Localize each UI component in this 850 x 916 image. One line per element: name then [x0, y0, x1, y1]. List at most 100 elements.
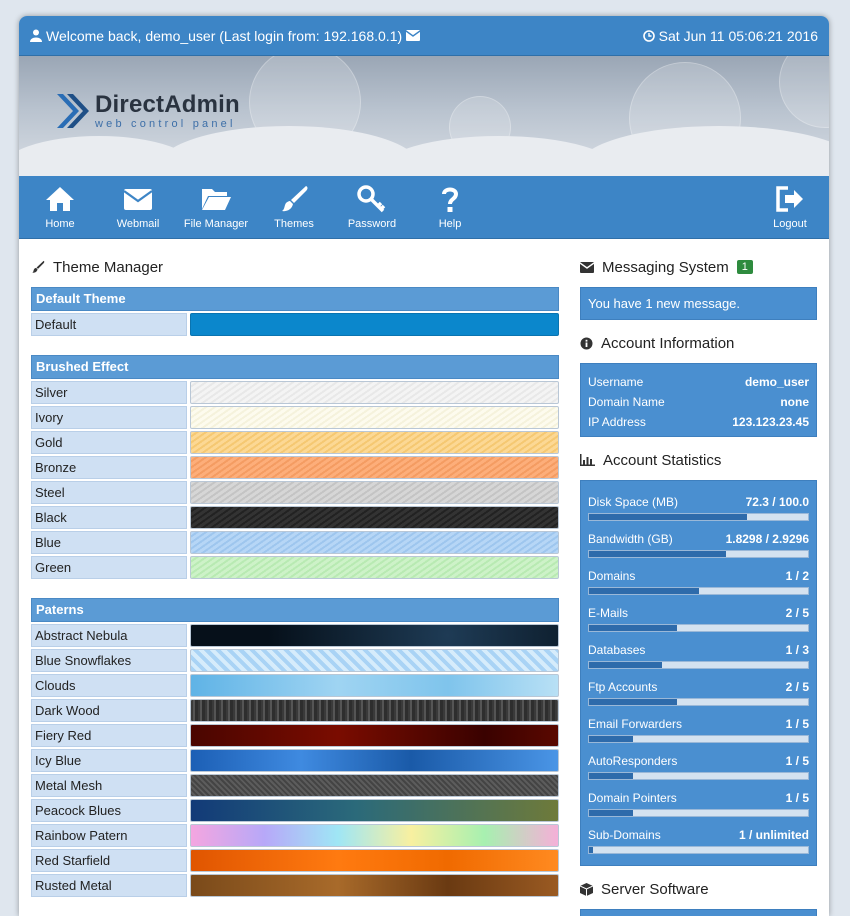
- group-header: Paterns: [31, 598, 559, 622]
- swatch-silver[interactable]: [190, 381, 559, 404]
- stat-item: Domains 1 / 2: [588, 569, 809, 595]
- nav-logout[interactable]: Logout: [751, 185, 829, 230]
- swatch-icy-blue[interactable]: [190, 749, 559, 772]
- swatch-ivory[interactable]: [190, 406, 559, 429]
- datetime-text: Sat Jun 11 05:06:21 2016: [658, 27, 818, 44]
- sidebar: Messaging System 1 You have 1 new messag…: [580, 255, 817, 916]
- stat-line: Ftp Accounts 2 / 5: [588, 680, 809, 696]
- theme-row-clouds[interactable]: Clouds: [31, 674, 559, 697]
- swatch-dark-wood[interactable]: [190, 699, 559, 722]
- theme-row-green[interactable]: Green: [31, 556, 559, 579]
- nav-logout-label: Logout: [773, 217, 807, 230]
- brush-icon: [32, 260, 45, 273]
- stat-progress-fill: [589, 699, 677, 705]
- nav-home[interactable]: Home: [21, 185, 99, 230]
- nav-help-label: Help: [438, 217, 462, 230]
- envelope-icon: [580, 261, 594, 273]
- swatch-clouds[interactable]: [190, 674, 559, 697]
- theme-row-black[interactable]: Black: [31, 506, 559, 529]
- theme-row-bronze[interactable]: Bronze: [31, 456, 559, 479]
- swatch-peacock-blues[interactable]: [190, 799, 559, 822]
- nav-password[interactable]: Password: [333, 184, 411, 230]
- theme-row-peacock-blues[interactable]: Peacock Blues: [31, 799, 559, 822]
- theme-row-rainbow-patern[interactable]: Rainbow Patern: [31, 824, 559, 847]
- stat-item: Ftp Accounts 2 / 5: [588, 680, 809, 706]
- home-icon: [46, 186, 74, 211]
- theme-row-blue-snowflakes[interactable]: Blue Snowflakes: [31, 649, 559, 672]
- stat-progress-fill: [589, 514, 748, 520]
- swatch-steel[interactable]: [190, 481, 559, 504]
- nav-webmail-label: Webmail: [116, 217, 160, 230]
- stat-line: Bandwidth (GB) 1.8298 / 2.9296: [588, 532, 809, 548]
- stat-progress-bar: [588, 587, 809, 595]
- stat-progress-bar: [588, 698, 809, 706]
- swatch-red-starfield[interactable]: [190, 849, 559, 872]
- nav-webmail[interactable]: Webmail: [99, 185, 177, 230]
- header-banner: DirectAdmin web control panel: [19, 56, 829, 176]
- stat-value: 72.3 / 100.0: [745, 495, 809, 509]
- envelope-icon[interactable]: [406, 30, 421, 41]
- theme-row-default[interactable]: Default: [31, 313, 559, 336]
- theme-row-dark-wood[interactable]: Dark Wood: [31, 699, 559, 722]
- stat-progress-bar: [588, 550, 809, 558]
- theme-row-silver[interactable]: Silver: [31, 381, 559, 404]
- swatch-blue-snowflakes[interactable]: [190, 649, 559, 672]
- stat-item: Domain Pointers 1 / 5: [588, 791, 809, 817]
- stat-line: Databases 1 / 3: [588, 643, 809, 659]
- logo-subtitle: web control panel: [95, 117, 236, 130]
- theme-row-abstract-nebula[interactable]: Abstract Nebula: [31, 624, 559, 647]
- stat-progress-fill: [589, 551, 726, 557]
- swatch-rainbow-patern[interactable]: [190, 824, 559, 847]
- stat-progress-fill: [589, 847, 594, 853]
- stat-value: 1 / 2: [785, 569, 809, 583]
- swatch-black[interactable]: [190, 506, 559, 529]
- theme-row-blue[interactable]: Blue: [31, 531, 559, 554]
- stat-item: E-Mails 2 / 5: [588, 606, 809, 632]
- swatch-default[interactable]: [190, 313, 559, 336]
- account-stats-title: Account Statistics: [580, 448, 817, 472]
- nav-themes-label: Themes: [274, 217, 314, 230]
- folder-open-icon: [202, 188, 231, 210]
- swatch-rusted-metal[interactable]: [190, 874, 559, 897]
- nav-file-manager[interactable]: File Manager: [177, 185, 255, 230]
- swatch-green[interactable]: [190, 556, 559, 579]
- stat-item: Email Forwarders 1 / 5: [588, 717, 809, 743]
- main-nav: Home Webmail File Manager Themes Passwor…: [19, 176, 829, 239]
- nav-themes[interactable]: Themes: [255, 185, 333, 230]
- theme-row-fiery-red[interactable]: Fiery Red: [31, 724, 559, 747]
- logo-name: DirectAdmin: [95, 90, 240, 118]
- key-icon: [357, 184, 386, 212]
- nav-help[interactable]: Help: [411, 185, 489, 230]
- swatch-gold[interactable]: [190, 431, 559, 454]
- server-software-title: Server Software: [580, 877, 817, 901]
- swatch-metal-mesh[interactable]: [190, 774, 559, 797]
- stat-item: Disk Space (MB) 72.3 / 100.0: [588, 495, 809, 521]
- theme-row-rusted-metal[interactable]: Rusted Metal: [31, 874, 559, 897]
- stat-progress-bar: [588, 624, 809, 632]
- swatch-bronze[interactable]: [190, 456, 559, 479]
- server-software-box: [580, 909, 817, 916]
- new-message-notice[interactable]: You have 1 new message.: [580, 287, 817, 320]
- stat-line: Domain Pointers 1 / 5: [588, 791, 809, 807]
- swatch-fiery-red[interactable]: [190, 724, 559, 747]
- swatch-blue[interactable]: [190, 531, 559, 554]
- theme-row-metal-mesh[interactable]: Metal Mesh: [31, 774, 559, 797]
- logout-icon: [776, 185, 803, 212]
- theme-row-steel[interactable]: Steel: [31, 481, 559, 504]
- top-bar: Welcome back, demo_user (Last login from…: [19, 16, 829, 56]
- theme-row-ivory[interactable]: Ivory: [31, 406, 559, 429]
- theme-row-red-starfield[interactable]: Red Starfield: [31, 849, 559, 872]
- stat-value: 1 / unlimited: [738, 828, 809, 842]
- theme-row-icy-blue[interactable]: Icy Blue: [31, 749, 559, 772]
- stat-line: Disk Space (MB) 72.3 / 100.0: [588, 495, 809, 511]
- directadmin-logo[interactable]: DirectAdmin web control panel: [53, 92, 240, 130]
- logo-arrows-icon: [57, 94, 89, 128]
- user-icon: [30, 29, 42, 42]
- stat-value: 1 / 5: [785, 791, 809, 805]
- swatch-abstract-nebula[interactable]: [190, 624, 559, 647]
- theme-row-gold[interactable]: Gold: [31, 431, 559, 454]
- group-header: Brushed Effect: [31, 355, 559, 379]
- stat-progress-fill: [589, 662, 662, 668]
- stat-progress-bar: [588, 735, 809, 743]
- theme-manager-panel: Theme Manager Default Theme Default Brus…: [31, 255, 559, 916]
